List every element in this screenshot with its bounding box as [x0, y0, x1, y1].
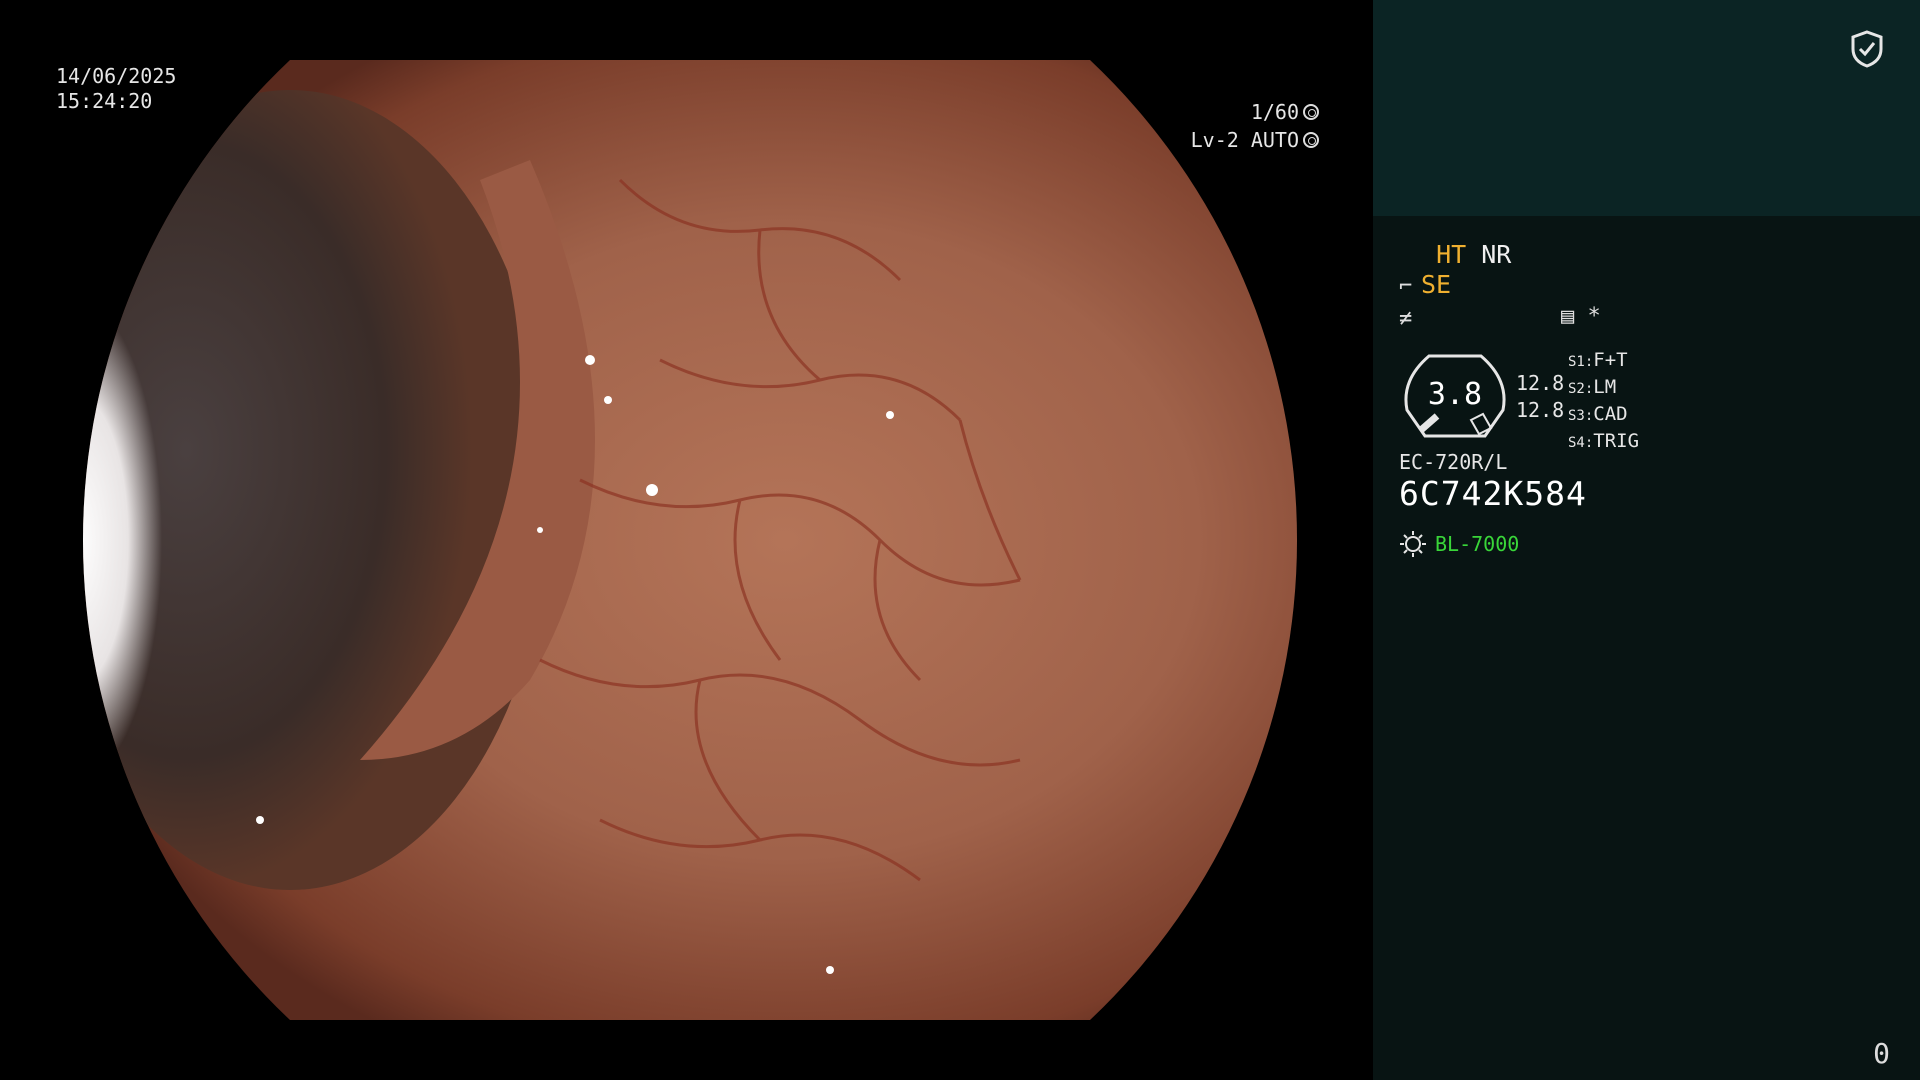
switch-value: F+T	[1593, 349, 1628, 371]
value-b: 12.8	[1516, 398, 1565, 422]
date-text: 14/06/2025	[56, 64, 177, 88]
nr-label: NR	[1481, 240, 1512, 269]
sun-icon	[1400, 531, 1426, 557]
light-source-label: BL-7000	[1435, 532, 1520, 556]
light-source: BL-7000	[1399, 530, 1519, 558]
zoom-value: 3.8	[1428, 377, 1482, 412]
switch-key: S2:	[1568, 381, 1594, 397]
se-label: SE	[1421, 270, 1452, 299]
endoscopic-image	[60, 60, 1310, 1020]
switch-list: S1:F+T S2:LM S3:CAD S4:TRIG	[1568, 348, 1639, 456]
scope-serial: 6C742K584	[1399, 474, 1587, 513]
date-time: 14/06/2025 15:24:20	[56, 64, 176, 114]
gauge-values: 12.8 12.8	[1516, 370, 1564, 424]
endoscope-viewport: 14/06/2025 15:24:20 1/60 Lv-2 AUTO	[0, 0, 1373, 1080]
switch-value: LM	[1593, 376, 1617, 398]
image-counter: 0	[1873, 1037, 1890, 1070]
panel-header	[1373, 0, 1920, 216]
mode-status: HT NR ⌐ SE ≠	[1399, 240, 1511, 334]
switch-row: S3:CAD	[1568, 402, 1639, 429]
switch-row: S1:F+T	[1568, 348, 1639, 375]
shield-check-icon	[1851, 30, 1883, 68]
freeze-icon: ≠	[1399, 306, 1413, 331]
switch-key: S4:	[1568, 435, 1594, 451]
value-a: 12.8	[1516, 371, 1565, 395]
aperture-icon	[1303, 104, 1319, 120]
ht-label: HT	[1436, 240, 1467, 269]
switch-key: S3:	[1568, 408, 1594, 424]
exposure-info: 1/60 Lv-2 AUTO	[1191, 98, 1319, 154]
memo-row: ▤ *	[1561, 304, 1601, 329]
switch-value: TRIG	[1593, 430, 1640, 452]
status-panel: HT NR ⌐ SE ≠ ▤ * 3.8 12.8 12.8 S1:F+T S2:L…	[1373, 0, 1920, 1080]
scope-icon: ⌐	[1399, 274, 1413, 299]
level-text: Lv-2 AUTO	[1190, 128, 1299, 152]
iris-icon	[1303, 132, 1319, 148]
switch-key: S1:	[1568, 354, 1594, 370]
shutter-text: 1/60	[1250, 100, 1299, 124]
switch-value: CAD	[1593, 403, 1628, 425]
switch-row: S4:TRIG	[1568, 429, 1639, 456]
scope-model: EC-720R/L	[1399, 450, 1508, 474]
star-label: *	[1587, 304, 1601, 329]
memo-icon: ▤	[1561, 304, 1575, 329]
zoom-gauge: 3.8	[1404, 354, 1506, 438]
time-text: 15:24:20	[56, 89, 153, 113]
switch-row: S2:LM	[1568, 375, 1639, 402]
